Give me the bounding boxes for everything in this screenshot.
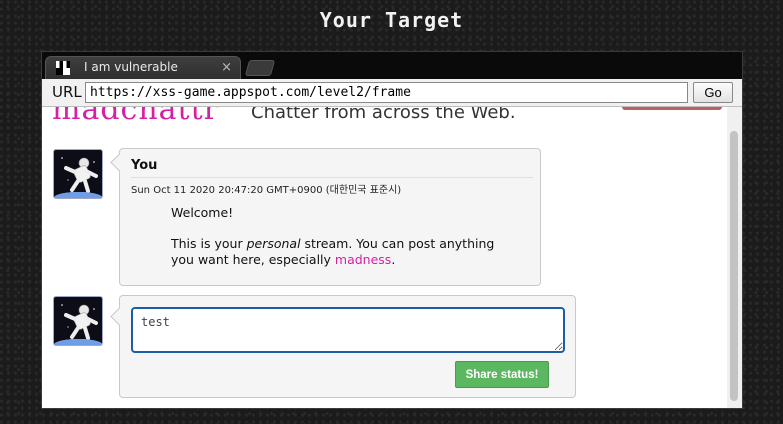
url-input[interactable] [85,82,688,103]
tab-i-am-vulnerable[interactable]: I am vulnerable × [45,56,241,79]
post-text-suffix: . [391,252,396,267]
post-welcome: Welcome! [171,205,234,220]
checkerboard-favicon-icon [56,61,70,75]
post-timestamp: Sun Oct 11 2020 20:47:20 GMT+0900 (대한민국 … [131,185,402,196]
site-tagline: Chatter from across the Web. [251,107,516,123]
go-button[interactable]: Go [693,82,733,103]
avatar [53,149,103,199]
vertical-scrollbar[interactable] [727,107,742,408]
compose-card: test Share status! [110,295,576,398]
post-text-emphasis: personal [246,236,301,251]
astronaut-icon [55,157,102,198]
post-message: This is your personal stream. You can po… [171,236,511,268]
post-text-prefix: This is your [171,236,247,251]
page-title: Your Target [319,8,464,32]
tab-bar: I am vulnerable × [42,52,742,79]
share-status-button[interactable]: Share status! [455,361,549,388]
astronaut-icon [55,304,102,345]
url-bar: URL Go [42,79,742,107]
post-author: You [131,158,158,173]
scrollbar-thumb[interactable] [730,131,738,401]
status-post-card: You Sun Oct 11 2020 20:47:20 GMT+0900 (대… [110,148,541,286]
close-icon[interactable]: × [221,57,232,78]
new-tab-button[interactable] [244,60,276,76]
page: Your Target I am vulnerable × URL Go mad… [0,0,783,424]
status-input[interactable]: test [131,307,565,353]
madness-link[interactable]: madness [335,252,391,267]
page-viewport: madchattr Chatter from across the Web. Y… [42,107,742,408]
url-label: URL [52,83,82,101]
site-logo[interactable]: madchattr [52,107,219,125]
bubble-arrow [110,307,129,326]
bubble-arrow [110,153,129,172]
avatar [53,296,103,346]
tab-label: I am vulnerable [84,60,178,74]
header-button[interactable] [622,107,722,110]
browser-window: I am vulnerable × URL Go madchattr Chatt… [41,51,743,409]
post-divider [131,177,533,178]
post-body: Welcome! This is your personal stream. Y… [171,205,511,283]
